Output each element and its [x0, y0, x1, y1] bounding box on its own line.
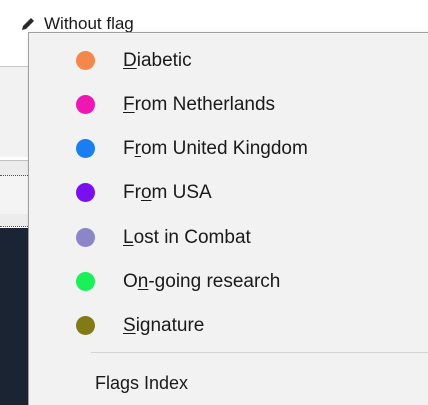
menu-item-label: From USA — [123, 182, 212, 203]
menu-separator — [91, 352, 428, 353]
menu-item-label: Signature — [123, 315, 205, 336]
menu-item-label: On-going research — [123, 271, 281, 292]
flag-color-dot — [76, 228, 95, 247]
menu-item-diabetic[interactable]: Diabetic — [29, 41, 428, 81]
menu-item-signature[interactable]: Signature — [29, 306, 428, 346]
pencil-icon — [22, 18, 34, 30]
flag-color-dot — [76, 316, 95, 335]
menu-item-from-united-kingdom[interactable]: From United Kingdom — [29, 129, 428, 169]
menu-item-label: Flags Index — [95, 372, 189, 393]
flag-color-dot — [76, 139, 95, 158]
menu-item-label: Lost in Combat — [123, 227, 251, 248]
side-panel — [0, 67, 30, 157]
flag-color-dot — [76, 95, 95, 114]
flag-button-label: Without flag — [44, 14, 134, 33]
flag-color-dot — [76, 51, 95, 70]
menu-item-on-going-research[interactable]: On-going research — [29, 262, 428, 302]
flags-menu: Diabetic From Netherlands From United Ki… — [28, 32, 428, 405]
panel-splitter[interactable] — [0, 160, 30, 176]
side-panel-section — [0, 176, 30, 214]
menu-item-label: Diabetic — [123, 50, 192, 71]
panel-splitter[interactable] — [0, 214, 30, 227]
menu-item-label: From Netherlands — [123, 94, 276, 115]
screen: Without flag Diabetic From Netherlands F… — [0, 0, 428, 405]
menu-item-lost-in-combat[interactable]: Lost in Combat — [29, 218, 428, 258]
menu-item-from-usa[interactable]: From USA — [29, 173, 428, 213]
dark-panel — [0, 228, 30, 405]
menu-item-from-netherlands[interactable]: From Netherlands — [29, 85, 428, 125]
flag-color-dot — [76, 183, 95, 202]
menu-item-label: From United Kingdom — [123, 138, 308, 159]
flag-color-dot — [76, 272, 95, 291]
menu-item-flags-index[interactable]: Flags Index — [29, 363, 428, 403]
